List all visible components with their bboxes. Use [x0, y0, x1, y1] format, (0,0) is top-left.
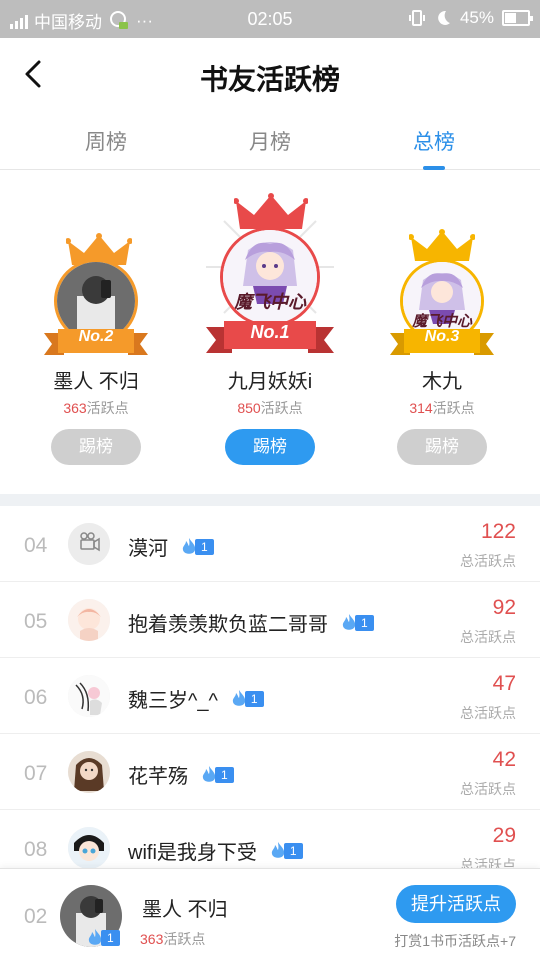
user-name-group: 魏三岁^_^ 1	[128, 684, 264, 713]
rank-number: 07	[24, 762, 48, 785]
section-divider	[0, 494, 540, 506]
user-name: wifi是我身下受	[128, 842, 257, 864]
user-name: 抱着羡羡欺负蓝二哥哥	[128, 614, 328, 636]
level-badge: 1	[230, 689, 264, 708]
my-name: 墨人 不归	[142, 899, 228, 921]
activity-caption: 总活跃点	[460, 781, 516, 797]
ranking-tabs: 周榜 月榜 总榜	[0, 114, 540, 170]
podium-second: No.2 墨人 不归 363活跃点 踢榜	[6, 171, 186, 494]
level-badge: 1	[180, 537, 214, 556]
user-name-group: 抱着羡羡欺负蓝二哥哥 1	[128, 608, 374, 637]
boost-activity-button[interactable]: 提升活跃点	[396, 885, 516, 923]
page-title: 书友活跃榜	[199, 63, 340, 96]
avatar[interactable]	[68, 827, 110, 869]
activity-value: 29	[492, 824, 516, 847]
avatar[interactable]: 魔飞中心	[220, 227, 320, 327]
status-right: 45%	[408, 8, 533, 28]
status-bar: 中国移动 ··· 02:05 45%	[0, 0, 540, 38]
level-badge: 1	[200, 765, 234, 784]
activity-caption: 总活跃点	[460, 553, 516, 569]
level-number: 1	[355, 614, 374, 631]
podium-name: 墨人 不归	[53, 371, 139, 393]
list-item[interactable]: 05 抱着羡羡欺负蓝二哥哥 1 92 总活跃点	[0, 582, 540, 658]
kick-button[interactable]: 踢榜	[51, 429, 141, 465]
level-number: 1	[244, 690, 264, 707]
user-name-group: 漠河 1	[128, 532, 214, 561]
podium-points: 314活跃点	[409, 400, 475, 416]
tab-weekly[interactable]: 周榜	[46, 126, 166, 156]
battery-percent: 45%	[459, 8, 494, 27]
activity-value: 122	[480, 520, 516, 543]
activity-value: 42	[492, 748, 516, 771]
level-number: 1	[195, 538, 214, 555]
avatar[interactable]	[68, 523, 110, 565]
user-name: 魏三岁^_^	[128, 690, 218, 712]
kick-button[interactable]: 踢榜	[397, 429, 487, 465]
top-three-podium: No.2 墨人 不归 363活跃点 踢榜 魔飞中心 No.1 九月妖妖i 850…	[0, 171, 540, 494]
activity-value: 92	[492, 596, 516, 619]
level-number: 1	[101, 930, 120, 946]
avatar[interactable]	[68, 675, 110, 717]
activity-caption: 总活跃点	[460, 629, 516, 645]
rank-number: 04	[24, 534, 48, 557]
user-photo	[68, 675, 110, 717]
rank-badge: No.3	[424, 328, 460, 345]
level-badge: 1	[340, 613, 374, 632]
kick-button[interactable]: 踢榜	[225, 429, 315, 465]
podium-first: 魔飞中心 No.1 九月妖妖i 850活跃点 踢榜	[180, 171, 360, 494]
battery-icon	[502, 10, 533, 26]
reward-tip: 打赏1书币活跃点+7	[394, 933, 516, 949]
podium-third: 魔飞中心 No.3 木九 314活跃点 踢榜	[352, 171, 532, 494]
user-name: 花芊殇	[128, 766, 188, 788]
moon-icon	[438, 10, 450, 25]
my-level-badge: 1	[86, 929, 120, 947]
rank-number: 05	[24, 610, 48, 633]
user-photo	[68, 751, 110, 793]
list-item[interactable]: 06 魏三岁^_^ 1 47 总活跃点	[0, 658, 540, 734]
rank-number: 06	[24, 686, 48, 709]
tab-total-label: 总榜	[413, 131, 455, 154]
tab-monthly[interactable]: 月榜	[210, 126, 330, 156]
my-points: 363活跃点	[140, 931, 206, 947]
list-item[interactable]: 07 花芊殇 1 42 总活跃点	[0, 734, 540, 810]
level-number: 1	[215, 766, 234, 783]
podium-points: 363活跃点	[63, 400, 129, 416]
rank-badge: No.2	[78, 328, 114, 345]
my-rank-bar: 02 1 墨人 不归 363活跃点 提升活跃点 打赏1书币活跃点+7	[0, 868, 540, 960]
user-name: 漠河	[128, 538, 168, 560]
user-name-group: 花芊殇 1	[128, 760, 234, 789]
podium-name: 九月妖妖i	[227, 371, 313, 393]
user-photo	[68, 599, 110, 641]
avatar-logo-text: 魔飞中心	[234, 292, 306, 313]
tab-total[interactable]: 总榜	[374, 126, 494, 170]
list-item[interactable]: 04 漠河 1 122 总活跃点	[0, 506, 540, 582]
crown-icon	[409, 229, 475, 261]
crown-icon	[234, 193, 308, 229]
rank-number: 08	[24, 838, 48, 861]
podium-name: 木九	[422, 371, 462, 393]
podium-points: 850活跃点	[237, 400, 303, 416]
activity-value: 47	[492, 672, 516, 695]
vibrate-icon	[408, 10, 425, 26]
tab-active-indicator	[423, 166, 445, 170]
rank-badge: No.1	[250, 322, 290, 342]
my-rank-number: 02	[24, 905, 48, 928]
user-photo	[68, 827, 110, 869]
avatar[interactable]	[68, 599, 110, 641]
user-name-group: wifi是我身下受 1	[128, 836, 303, 865]
camera-placeholder-icon	[68, 523, 110, 565]
level-badge: 1	[269, 841, 303, 860]
level-number: 1	[283, 842, 303, 859]
avatar[interactable]	[68, 751, 110, 793]
app-header: 书友活跃榜	[0, 38, 540, 114]
activity-caption: 总活跃点	[460, 705, 516, 721]
